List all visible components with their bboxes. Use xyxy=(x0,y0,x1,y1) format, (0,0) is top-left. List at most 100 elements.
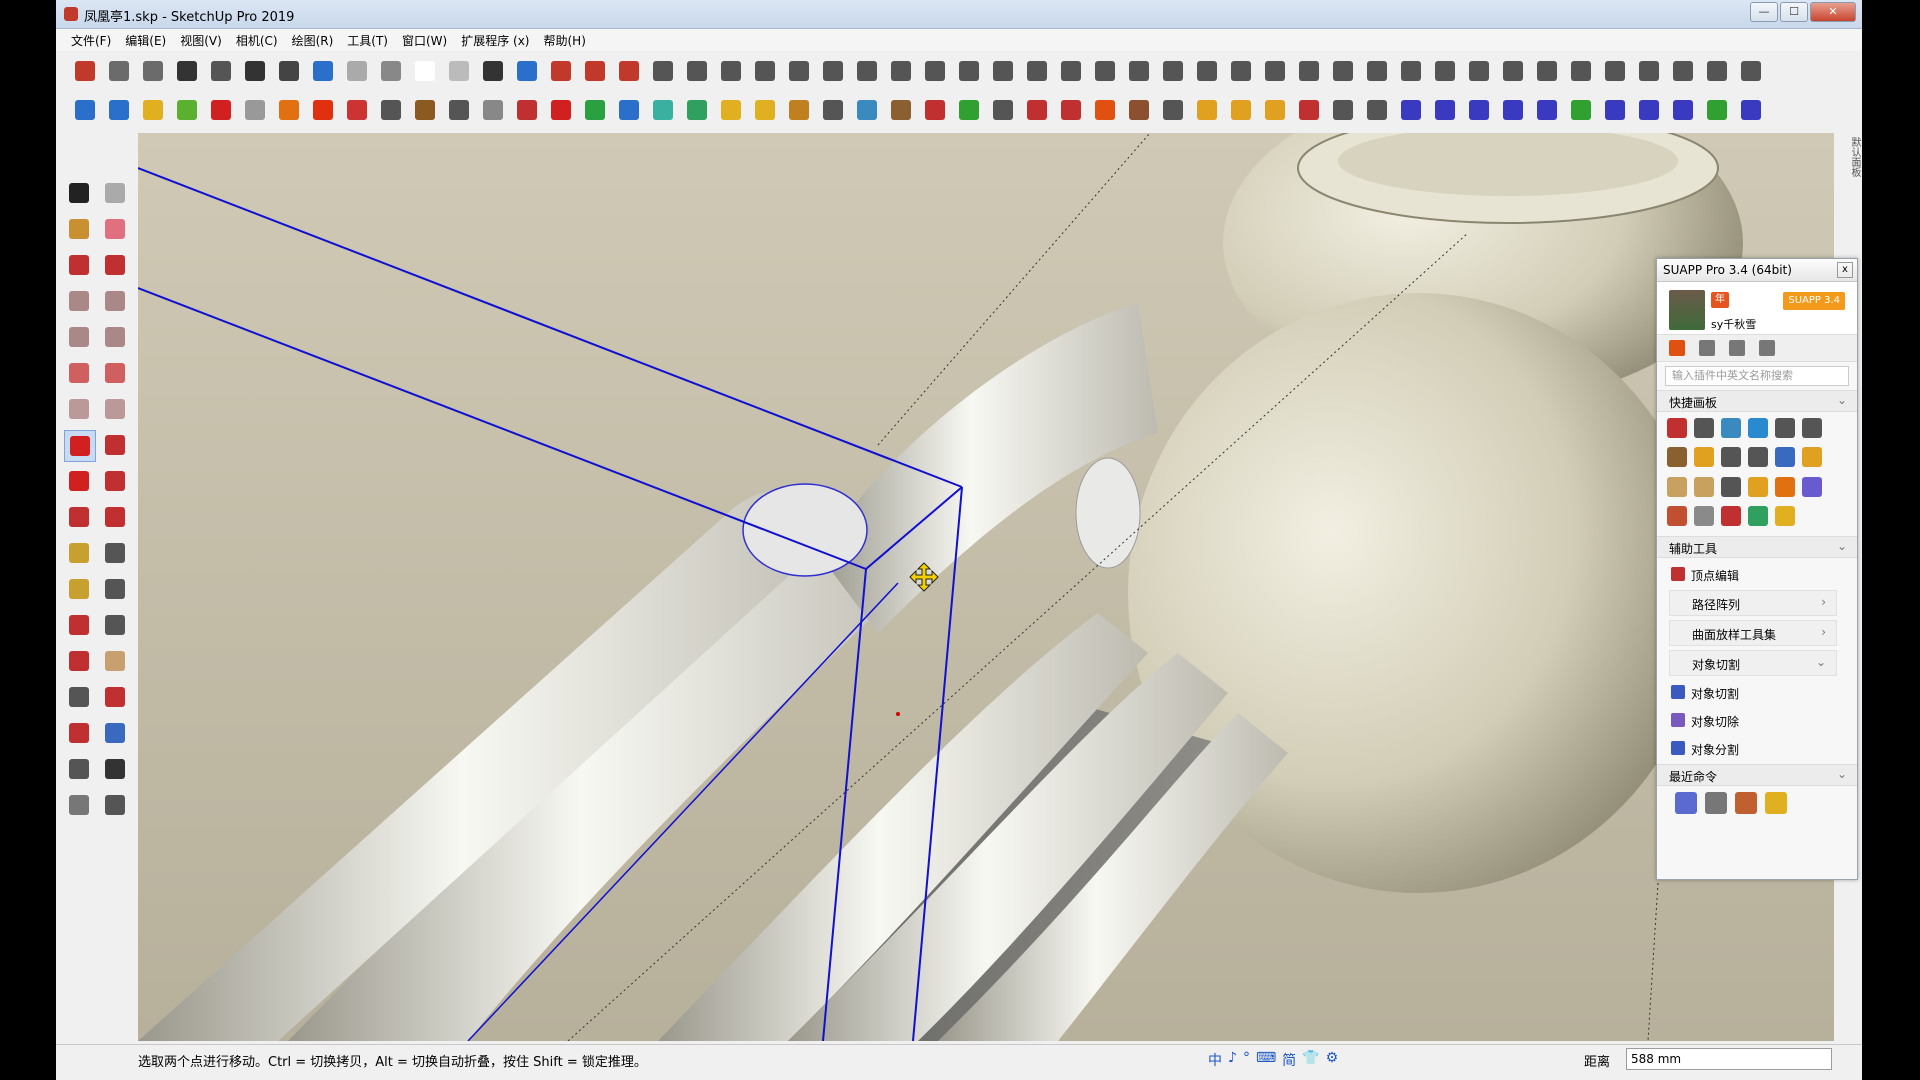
quick-tool-3-icon[interactable] xyxy=(1748,418,1768,438)
toolbar2-button-18[interactable] xyxy=(682,95,712,125)
toolbar1-button-33[interactable] xyxy=(1192,56,1222,86)
toolbar2-button-38[interactable] xyxy=(1362,95,1392,125)
quick-tool-6-icon[interactable] xyxy=(1667,447,1687,468)
menu-draw[interactable]: 绘图(R) xyxy=(285,30,341,51)
tool-axes[interactable] xyxy=(64,610,94,640)
tool-scale[interactable] xyxy=(64,502,94,532)
toolbar1-button-9[interactable] xyxy=(376,56,406,86)
tool-section[interactable] xyxy=(100,790,130,820)
toolbar2-button-37[interactable] xyxy=(1328,95,1358,125)
toolbar1-button-26[interactable] xyxy=(954,56,984,86)
toolbar1-button-6[interactable] xyxy=(274,56,304,86)
ime-button-3[interactable]: ⌨ xyxy=(1256,1050,1276,1070)
toolbar2-button-24[interactable] xyxy=(886,95,916,125)
tool-3d-text[interactable] xyxy=(100,610,130,640)
tool-arc[interactable] xyxy=(64,358,94,388)
close-button[interactable]: ✕ xyxy=(1810,2,1856,22)
tool-eraser[interactable] xyxy=(100,214,130,244)
toolbar1-button-8[interactable] xyxy=(342,56,372,86)
tool-dimension[interactable] xyxy=(100,538,130,568)
tool-zoom-extents[interactable] xyxy=(64,718,94,748)
recent-command-3-icon[interactable] xyxy=(1765,792,1787,814)
quick-tool-5-icon[interactable] xyxy=(1802,418,1822,438)
tool-line[interactable] xyxy=(64,250,94,280)
toolbar1-button-21[interactable] xyxy=(784,56,814,86)
home-icon[interactable] xyxy=(1669,340,1685,356)
toolbar2-button-39[interactable] xyxy=(1396,95,1426,125)
toolbar1-button-47[interactable] xyxy=(1668,56,1698,86)
tool-zoom[interactable] xyxy=(64,682,94,712)
toolbar1-button-32[interactable] xyxy=(1158,56,1188,86)
tool-position-camera[interactable] xyxy=(64,754,94,784)
toolbar1-button-12[interactable] xyxy=(478,56,508,86)
toolbar2-button-44[interactable] xyxy=(1566,95,1596,125)
toolbar1-button-7[interactable] xyxy=(308,56,338,86)
toolbar1-button-29[interactable] xyxy=(1056,56,1086,86)
quick-tool-10-icon[interactable] xyxy=(1775,447,1795,468)
quick-tool-20-icon[interactable] xyxy=(1721,505,1741,526)
toolbar2-button-7[interactable] xyxy=(308,95,338,125)
toolbar1-button-23[interactable] xyxy=(852,56,882,86)
toolbar2-button-8[interactable] xyxy=(342,95,372,125)
toolbar1-button-16[interactable] xyxy=(614,56,644,86)
toolbar2-button-29[interactable] xyxy=(1056,95,1086,125)
toolbar1-button-40[interactable] xyxy=(1430,56,1460,86)
default-tray-tab[interactable]: 默认面板 xyxy=(1840,133,1862,197)
toolbar1-button-46[interactable] xyxy=(1634,56,1664,86)
toolbar2-button-47[interactable] xyxy=(1668,95,1698,125)
toolbar1-button-17[interactable] xyxy=(648,56,678,86)
tool-rotated-rect[interactable] xyxy=(100,286,130,316)
toolbar2-button-17[interactable] xyxy=(648,95,678,125)
ime-button-0[interactable]: 中 xyxy=(1208,1050,1222,1070)
toolbar2-button-14[interactable] xyxy=(546,95,576,125)
toolbar1-button-11[interactable] xyxy=(444,56,474,86)
toolbar1-button-2[interactable] xyxy=(138,56,168,86)
search-icon[interactable] xyxy=(1759,340,1775,356)
toolbar2-button-23[interactable] xyxy=(852,95,882,125)
toolbar1-button-20[interactable] xyxy=(750,56,780,86)
toolbar1-button-5[interactable] xyxy=(240,56,270,86)
toolbar2-button-28[interactable] xyxy=(1022,95,1052,125)
toolbar2-button-5[interactable] xyxy=(240,95,270,125)
aux-item-4[interactable]: 对象切割 xyxy=(1669,680,1837,704)
toolbar2-button-19[interactable] xyxy=(716,95,746,125)
tool-follow-me[interactable] xyxy=(100,466,130,496)
tool-move[interactable] xyxy=(64,430,96,462)
toolbar1-button-13[interactable] xyxy=(512,56,542,86)
toolbar1-button-35[interactable] xyxy=(1260,56,1290,86)
toolbar1-button-0[interactable] xyxy=(70,56,100,86)
quick-tool-14-icon[interactable] xyxy=(1721,476,1741,497)
quick-tool-21-icon[interactable] xyxy=(1748,505,1768,526)
ime-button-1[interactable]: ♪ xyxy=(1228,1050,1237,1070)
quick-tool-4-icon[interactable] xyxy=(1775,418,1795,438)
toolbar1-button-48[interactable] xyxy=(1702,56,1732,86)
toolbar1-button-24[interactable] xyxy=(886,56,916,86)
tool-circle[interactable] xyxy=(64,322,94,352)
toolbar1-button-28[interactable] xyxy=(1022,56,1052,86)
toolbar2-button-46[interactable] xyxy=(1634,95,1664,125)
aux-item-6[interactable]: 对象分割 xyxy=(1669,736,1837,760)
menu-file[interactable]: 文件(F) xyxy=(64,30,118,51)
toolbar1-button-3[interactable] xyxy=(172,56,202,86)
toolbar1-button-37[interactable] xyxy=(1328,56,1358,86)
toolbar2-button-20[interactable] xyxy=(750,95,780,125)
toolbar1-button-27[interactable] xyxy=(988,56,1018,86)
quick-tool-9-icon[interactable] xyxy=(1748,447,1768,468)
toolbar2-button-16[interactable] xyxy=(614,95,644,125)
tool-tape[interactable] xyxy=(64,538,94,568)
quick-tool-19-icon[interactable] xyxy=(1694,505,1714,526)
toolbar2-button-45[interactable] xyxy=(1600,95,1630,125)
toolbar2-button-40[interactable] xyxy=(1430,95,1460,125)
toolbar2-button-36[interactable] xyxy=(1294,95,1324,125)
tool-paint[interactable] xyxy=(64,214,94,244)
toolbar2-button-27[interactable] xyxy=(988,95,1018,125)
quick-tool-2-icon[interactable] xyxy=(1721,418,1741,438)
menu-view[interactable]: 视图(V) xyxy=(173,30,229,51)
aux-item-1[interactable]: 路径阵列 › xyxy=(1669,590,1837,616)
toolbar2-button-21[interactable] xyxy=(784,95,814,125)
toolbar1-button-22[interactable] xyxy=(818,56,848,86)
tool-protractor[interactable] xyxy=(64,574,94,604)
quick-tool-22-icon[interactable] xyxy=(1775,505,1795,526)
quick-panel-header[interactable]: 快捷画板 ⌄ xyxy=(1657,390,1857,412)
toolbar1-button-44[interactable] xyxy=(1566,56,1596,86)
